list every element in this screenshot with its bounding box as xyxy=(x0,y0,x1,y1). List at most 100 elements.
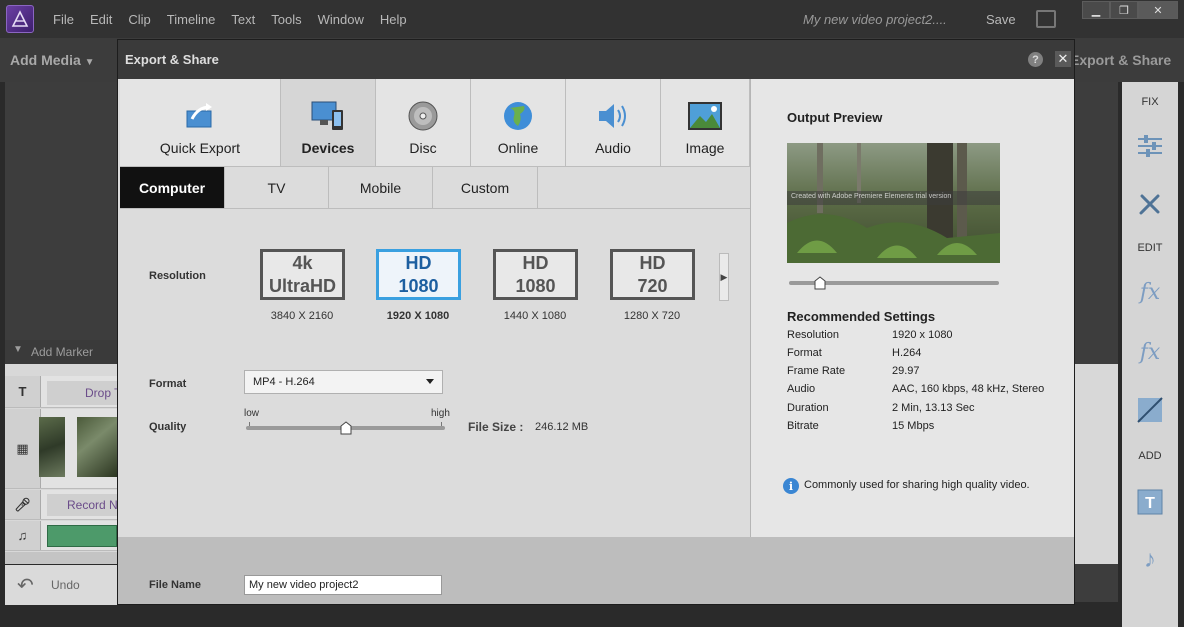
triangle-down-icon[interactable]: ▼ xyxy=(13,344,23,355)
quality-high-label: high xyxy=(431,408,450,419)
add-section-label: ADD xyxy=(1138,450,1162,462)
resolution-option-4k[interactable]: 4k UltraHD xyxy=(260,249,345,300)
resolution-line2: UltraHD xyxy=(268,276,336,296)
setting-value: AAC, 160 kbps, 48 kHz, Stereo xyxy=(892,383,1045,395)
svg-text:T: T xyxy=(1145,495,1155,512)
resolution-line1: HD xyxy=(522,253,549,273)
close-icon[interactable]: ✕ xyxy=(1055,51,1071,67)
transition-icon[interactable] xyxy=(1134,394,1166,426)
setting-value: 29.97 xyxy=(892,365,920,377)
text-track-icon: T xyxy=(5,376,41,407)
tab-devices[interactable]: Devices xyxy=(281,79,376,167)
undo-button[interactable]: Undo xyxy=(51,578,80,592)
quality-label: Quality xyxy=(149,421,187,433)
disc-icon xyxy=(405,98,441,134)
tab-label: Online xyxy=(497,140,539,156)
menu-edit[interactable]: Edit xyxy=(90,12,112,27)
setting-label: Format xyxy=(787,347,822,359)
preview-video-frame: Created with Adobe Premiere Elements tri… xyxy=(787,143,1000,263)
undo-icon[interactable]: ↶ xyxy=(17,573,34,598)
menu-tools[interactable]: Tools xyxy=(271,12,301,27)
resolution-line2: 720 xyxy=(637,276,668,296)
video-clip-thumbnail[interactable] xyxy=(39,417,65,477)
tab-computer[interactable]: Computer xyxy=(120,167,225,208)
resolution-caption: 1440 X 1080 xyxy=(503,310,567,322)
format-dropdown[interactable]: MP4 - H.264 xyxy=(244,370,443,394)
fix-section-label: FIX xyxy=(1141,96,1159,108)
quality-low-label: low xyxy=(244,408,260,419)
setting-label: Bitrate xyxy=(787,420,819,432)
music-note-icon: ♫ xyxy=(5,521,41,550)
setting-value: 2 Min, 13.13 Sec xyxy=(892,402,975,414)
resolution-option-1440[interactable]: HD 1080 xyxy=(493,249,578,300)
resolution-line1: 4k xyxy=(292,253,313,273)
tab-quick-export[interactable]: Quick Export xyxy=(120,79,281,167)
horizontal-scrollbar[interactable] xyxy=(5,552,117,564)
menu-timeline[interactable]: Timeline xyxy=(167,12,216,27)
slider-tick xyxy=(441,422,442,426)
close-window-icon[interactable]: ✕ xyxy=(1138,1,1178,19)
record-narration-zone[interactable]: Record N xyxy=(47,494,117,516)
add-media-button[interactable]: Add Media ▼ xyxy=(10,52,95,68)
title-drop-zone[interactable]: Drop T xyxy=(47,381,117,405)
save-button[interactable]: Save xyxy=(986,12,1016,27)
info-text: Commonly used for sharing high quality v… xyxy=(804,479,1030,491)
output-preview-panel: Output Preview Created with Adobe Premie… xyxy=(750,79,1074,537)
tab-custom[interactable]: Custom xyxy=(433,167,538,208)
setting-value: 1920 x 1080 xyxy=(892,329,953,341)
minimize-icon[interactable]: ▁ xyxy=(1082,1,1110,19)
dialog-title: Export & Share xyxy=(125,52,219,67)
menu-help[interactable]: Help xyxy=(380,12,407,27)
tab-label: Quick Export xyxy=(159,140,241,156)
devices-icon xyxy=(310,98,346,134)
title-text-icon[interactable]: T xyxy=(1134,486,1166,518)
tab-image[interactable]: Image xyxy=(661,79,750,167)
menu-window[interactable]: Window xyxy=(318,12,364,27)
chevron-right-icon[interactable]: ▶ xyxy=(719,253,729,301)
menu-bar: File Edit Clip Timeline Text Tools Windo… xyxy=(0,0,1184,38)
music-icon[interactable]: ♪ xyxy=(1134,544,1166,576)
adjust-sliders-icon[interactable] xyxy=(1134,130,1166,162)
audio-clip[interactable] xyxy=(47,525,117,547)
tab-online[interactable]: Online xyxy=(471,79,566,167)
setting-label: Frame Rate xyxy=(787,365,846,377)
add-marker-button[interactable]: Add Marker xyxy=(31,345,93,359)
menu-file[interactable]: File xyxy=(53,12,74,27)
menu-text[interactable]: Text xyxy=(231,12,255,27)
tab-mobile[interactable]: Mobile xyxy=(329,167,433,208)
fullscreen-icon[interactable] xyxy=(1036,10,1056,28)
help-icon[interactable]: ? xyxy=(1028,52,1043,67)
video-clip-thumbnail[interactable] xyxy=(77,417,117,477)
resolution-option-720[interactable]: HD 720 xyxy=(610,249,695,300)
slider-tick xyxy=(249,422,250,426)
tab-audio[interactable]: Audio xyxy=(566,79,661,167)
export-share-button[interactable]: Export & Share xyxy=(1070,52,1171,68)
resolution-caption: 1920 X 1080 xyxy=(386,310,450,322)
resolution-label: Resolution xyxy=(149,270,206,282)
project-title: My new video project2.... xyxy=(803,12,947,27)
title-track: T Drop T xyxy=(5,376,117,408)
quality-slider-thumb[interactable] xyxy=(340,421,352,435)
menu-clip[interactable]: Clip xyxy=(128,12,150,27)
edit-section-label: EDIT xyxy=(1137,242,1163,254)
preview-scrub-thumb[interactable] xyxy=(814,276,826,290)
fx-icon[interactable]: fx xyxy=(1134,336,1166,368)
fx-edit-icon[interactable]: fx xyxy=(1134,276,1166,308)
export-type-tabs: Quick Export Devices Disc Online Audio I… xyxy=(120,79,750,167)
tab-tv[interactable]: TV xyxy=(225,167,329,208)
file-size-label: File Size : xyxy=(468,420,524,434)
video-track: ▦ xyxy=(5,409,117,489)
resolution-option-1920[interactable]: HD 1080 xyxy=(376,249,461,300)
setting-value: 15 Mbps xyxy=(892,420,935,432)
resolution-line1: HD xyxy=(405,253,432,273)
film-icon: ▦ xyxy=(5,409,41,488)
resolution-caption: 1280 X 720 xyxy=(623,310,681,322)
file-name-input[interactable] xyxy=(244,575,442,595)
chevron-down-icon: ▼ xyxy=(84,57,95,68)
restore-icon[interactable]: ❐ xyxy=(1110,1,1138,19)
tab-disc[interactable]: Disc xyxy=(376,79,471,167)
resolution-line2: 1080 xyxy=(515,276,556,296)
resolution-line2: 1080 xyxy=(398,276,439,296)
resolution-line1: HD xyxy=(639,253,666,273)
tools-icon[interactable] xyxy=(1134,188,1166,220)
